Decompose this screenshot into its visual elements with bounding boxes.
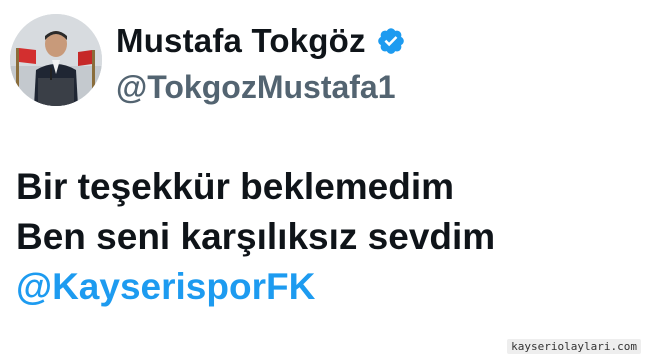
tweet-card: Mustafa Tokgöz @TokgozMustafa1 Bir teşek… <box>0 0 650 360</box>
tweet-body: Bir teşekkür beklemedim Ben seni karşılı… <box>16 162 495 312</box>
author-display-name[interactable]: Mustafa Tokgöz <box>116 22 366 60</box>
author-handle[interactable]: @TokgozMustafa1 <box>116 69 396 106</box>
profile-avatar[interactable] <box>10 14 102 106</box>
tweet-text-line-2: Ben seni karşılıksız sevdim <box>16 216 496 257</box>
avatar-photo <box>10 14 102 106</box>
mention-link[interactable]: @KayserisporFK <box>16 262 495 312</box>
verified-badge-icon <box>376 26 406 56</box>
tweet-text-line-1: Bir teşekkür beklemedim <box>16 166 455 207</box>
site-watermark: kayseriolaylari.com <box>507 339 641 354</box>
author-name-row: Mustafa Tokgöz <box>116 22 406 60</box>
